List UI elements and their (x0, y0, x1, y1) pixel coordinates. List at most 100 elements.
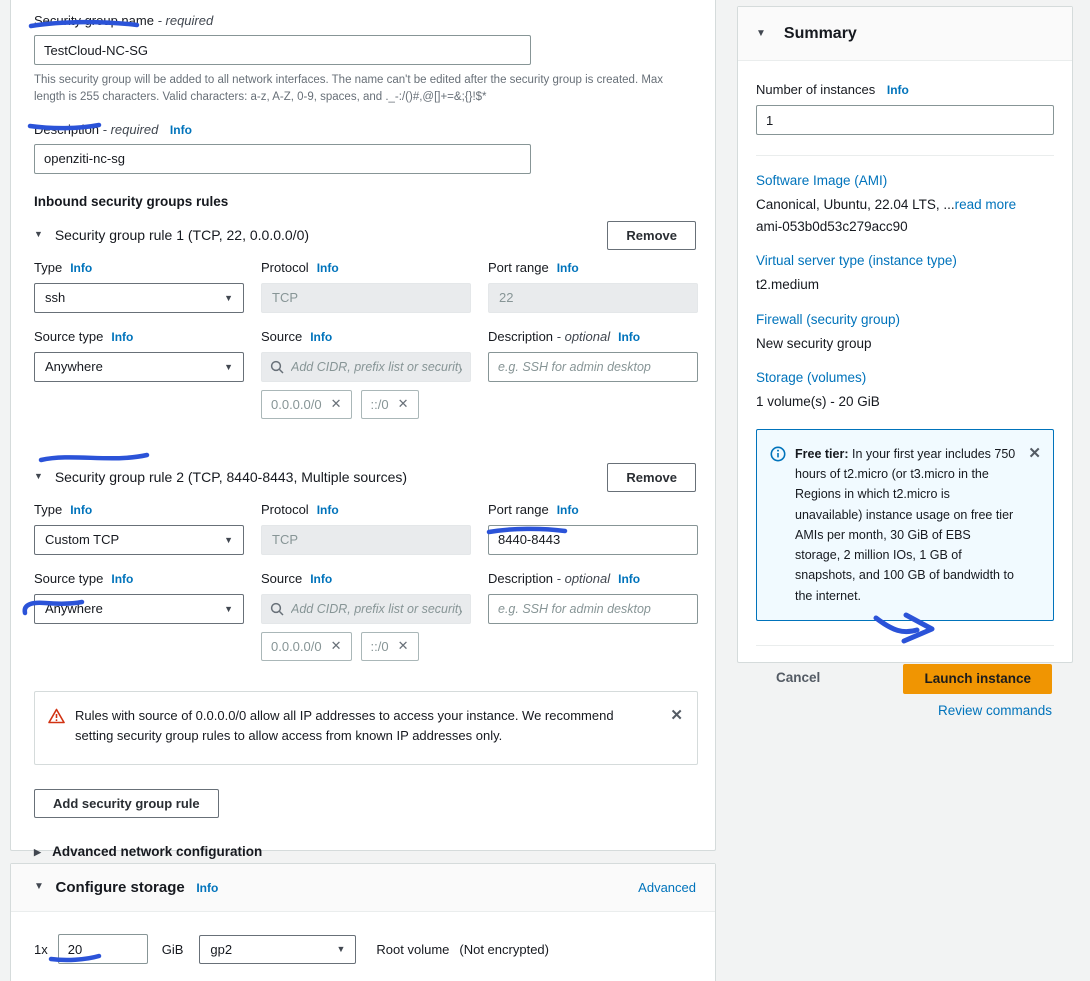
security-group-name-input[interactable] (34, 35, 531, 65)
rule1-source-tags: 0.0.0.0/0 ✕ ::/0 ✕ (261, 390, 471, 419)
rule2-protocol-label: ProtocolInfo (261, 502, 471, 519)
launch-instance-button[interactable]: Launch instance (903, 664, 1052, 694)
collapse-caret-icon: ▼ (756, 28, 766, 39)
number-of-instances-label: Number of instances Info (756, 82, 1054, 97)
volume-type-select[interactable]: gp2 ▼ (199, 935, 356, 964)
rule1-header: ▼ Security group rule 1 (TCP, 22, 0.0.0.… (34, 221, 696, 250)
description-info-link[interactable]: Info (170, 123, 192, 137)
read-more-link[interactable]: read more (955, 197, 1017, 212)
rule1-source-input[interactable]: Add CIDR, prefix list or security (261, 352, 471, 382)
chevron-down-icon: ▼ (224, 362, 233, 372)
storage-volume-row: 1x GiB gp2 ▼ Root volume (Not encrypted) (11, 912, 715, 964)
rule2-port-input[interactable] (488, 525, 698, 555)
info-link[interactable]: Info (557, 503, 579, 517)
encryption-status: (Not encrypted) (459, 942, 549, 957)
volume-size-input[interactable] (58, 934, 148, 964)
storage-advanced-link[interactable]: Advanced (638, 880, 696, 895)
rule2-type-select[interactable]: Custom TCP ▼ (34, 525, 244, 555)
cidr-tag: ::/0 ✕ (361, 632, 419, 661)
chevron-down-icon: ▼ (224, 604, 233, 614)
volume-unit-label: GiB (162, 942, 184, 957)
info-link[interactable]: Info (111, 330, 133, 344)
description-label: Description - required Info (34, 122, 696, 137)
collapse-caret-icon: ▼ (34, 229, 43, 239)
number-of-instances-input[interactable] (756, 105, 1054, 135)
rule2-source-label: SourceInfo (261, 571, 471, 588)
security-group-name-help: This security group will be added to all… (34, 72, 694, 107)
cancel-button[interactable]: Cancel (776, 664, 820, 718)
ami-id: ami-053b0d53c279acc90 (756, 217, 1054, 237)
rule1-desc-label: Description - optionalInfo (488, 329, 698, 346)
info-link[interactable]: Info (310, 330, 332, 344)
open-cidr-warning: Rules with source of 0.0.0.0/0 allow all… (34, 691, 698, 765)
info-link[interactable]: Info (310, 572, 332, 586)
rule2-source-tags: 0.0.0.0/0 ✕ ::/0 ✕ (261, 632, 471, 661)
info-link[interactable]: Info (317, 261, 339, 275)
rule2-remove-button[interactable]: Remove (607, 463, 696, 492)
cidr-tag: ::/0 ✕ (361, 390, 419, 419)
close-icon[interactable]: ✕ (1028, 444, 1041, 461)
info-link[interactable]: Info (111, 572, 133, 586)
remove-tag-icon[interactable]: ✕ (331, 396, 342, 412)
remove-tag-icon[interactable]: ✕ (398, 638, 409, 654)
search-icon (270, 360, 284, 374)
rule2-source-input[interactable]: Add CIDR, prefix list or security (261, 594, 471, 624)
review-commands-link[interactable]: Review commands (938, 703, 1052, 718)
info-link[interactable]: Info (557, 261, 579, 275)
configure-storage-title: Configure storage (56, 879, 185, 896)
collapse-caret-icon[interactable]: ▼ (34, 881, 44, 892)
rule2-source-type-select[interactable]: Anywhere ▼ (34, 594, 244, 624)
rule1-grid: TypeInfo ssh ▼ ProtocolInfo TCP Port ran… (34, 260, 696, 419)
rule1-title[interactable]: ▼ Security group rule 1 (TCP, 22, 0.0.0.… (34, 221, 309, 243)
free-tier-text: Free tier: In your first year includes 7… (795, 444, 1019, 606)
storage-volumes-link[interactable]: Storage (volumes) (756, 370, 1054, 385)
info-link[interactable]: Info (70, 503, 92, 517)
storage-volumes-value: 1 volume(s) - 20 GiB (756, 392, 1054, 412)
rule2-source-type-label: Source typeInfo (34, 571, 244, 588)
warning-text: Rules with source of 0.0.0.0/0 allow all… (75, 706, 660, 746)
summary-card: ▼ Summary Number of instances Info Softw… (737, 6, 1073, 663)
rule1-source-type-select[interactable]: Anywhere ▼ (34, 352, 244, 382)
rule1-type-select[interactable]: ssh ▼ (34, 283, 244, 313)
remove-tag-icon[interactable]: ✕ (331, 638, 342, 654)
info-link[interactable]: Info (317, 503, 339, 517)
search-icon (270, 602, 284, 616)
expand-caret-icon: ▶ (34, 847, 41, 858)
rule2-protocol-field: TCP (261, 525, 471, 555)
required-suffix: - required (103, 122, 159, 137)
storage-info-link[interactable]: Info (196, 881, 218, 895)
rule2-grid: TypeInfo Custom TCP ▼ ProtocolInfo TCP P… (34, 502, 696, 661)
summary-title: Summary (784, 25, 857, 43)
add-security-group-rule-button[interactable]: Add security group rule (34, 789, 219, 818)
close-icon[interactable]: ✕ (670, 706, 683, 723)
configure-storage-header: ▼ Configure storage Info Advanced (11, 864, 715, 912)
info-link[interactable]: Info (618, 572, 640, 586)
rule2-title[interactable]: ▼ Security group rule 2 (TCP, 8440-8443,… (34, 463, 407, 485)
info-link[interactable]: Info (887, 83, 909, 97)
chevron-down-icon: ▼ (224, 293, 233, 303)
remove-tag-icon[interactable]: ✕ (398, 396, 409, 412)
inbound-rules-title: Inbound security groups rules (34, 194, 696, 209)
software-image-link[interactable]: Software Image (AMI) (756, 173, 1054, 188)
firewall-link[interactable]: Firewall (security group) (756, 312, 1054, 327)
rule1-protocol-field: TCP (261, 283, 471, 313)
rule2-header: ▼ Security group rule 2 (TCP, 8440-8443,… (34, 463, 696, 492)
info-link[interactable]: Info (70, 261, 92, 275)
summary-header[interactable]: ▼ Summary (738, 7, 1072, 61)
info-link[interactable]: Info (618, 330, 640, 344)
required-suffix: - required (158, 13, 214, 28)
description-input[interactable] (34, 144, 531, 174)
divider (756, 155, 1054, 156)
advanced-network-configuration-toggle[interactable]: ▶ Advanced network configuration (34, 844, 696, 859)
cidr-tag: 0.0.0.0/0 ✕ (261, 632, 352, 661)
rule1-port-label: Port rangeInfo (488, 260, 698, 277)
root-volume-label: Root volume (376, 942, 449, 957)
chevron-down-icon: ▼ (336, 944, 345, 954)
chevron-down-icon: ▼ (224, 535, 233, 545)
rule1-desc-input[interactable] (488, 352, 698, 382)
rule2-desc-input[interactable] (488, 594, 698, 624)
rule1-remove-button[interactable]: Remove (607, 221, 696, 250)
ami-description: Canonical, Ubuntu, 22.04 LTS, ...read mo… (756, 195, 1054, 215)
instance-type-link[interactable]: Virtual server type (instance type) (756, 253, 1054, 268)
free-tier-notice: Free tier: In your first year includes 7… (756, 429, 1054, 621)
